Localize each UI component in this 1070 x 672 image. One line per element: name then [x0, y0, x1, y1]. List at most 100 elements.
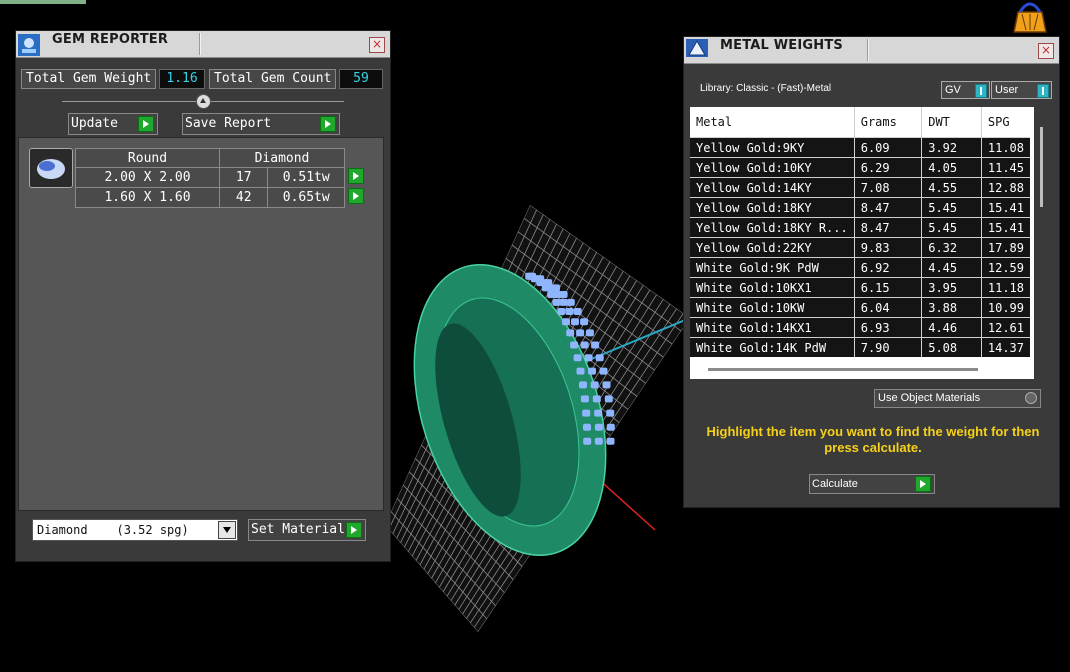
gem-setting: [606, 423, 615, 431]
metal-name-cell: Yellow Gold:18KY: [690, 197, 855, 218]
table-header-row: Round Diamond: [75, 148, 368, 168]
gem-setting: [566, 298, 575, 306]
horizontal-scrollbar[interactable]: [708, 368, 978, 371]
table-row[interactable]: White Gold:9K PdW 6.92 4.45 12.59: [690, 257, 1030, 278]
gem-reporter-icon: [18, 34, 40, 56]
gem-setting: [557, 308, 566, 315]
column-header-spg[interactable]: SPG: [980, 107, 1030, 138]
calculate-button-label: Calculate: [812, 478, 858, 490]
gem-setting: [559, 291, 568, 298]
column-header-dwt[interactable]: DWT: [921, 107, 982, 138]
use-object-materials-toggle[interactable]: Use Object Materials: [874, 389, 1041, 408]
gem-setting: [591, 341, 600, 349]
gem-setting: [585, 329, 594, 337]
gem-count: 17: [218, 167, 269, 188]
toggle-icon: [975, 84, 987, 98]
grams-cell: 7.90: [853, 337, 922, 357]
table-row[interactable]: White Gold:10KW 6.04 3.88 10.99: [690, 297, 1030, 318]
metal-table-container[interactable]: Metal Grams DWT SPG Yellow Gold:9KY 6.09 3…: [690, 107, 1034, 379]
set-material-button[interactable]: Set Material: [248, 519, 366, 541]
table-row[interactable]: White Gold:10KX1 6.15 3.95 11.18: [690, 277, 1030, 298]
row-go-button[interactable]: [345, 187, 368, 208]
dwt-cell: 4.45: [921, 257, 982, 278]
save-report-button[interactable]: Save Report: [182, 113, 340, 135]
header-spacer: [345, 149, 368, 168]
gem-count: 42: [218, 187, 269, 208]
gem-setting: [571, 318, 579, 326]
gem-weight: 0.51tw: [267, 167, 345, 188]
table-row[interactable]: Yellow Gold:22KY 9.83 6.32 17.89: [690, 237, 1030, 258]
gv-toggle[interactable]: GV: [941, 81, 990, 99]
gem-list-pane: Round Diamond 2.00 X 2.00 17 0.51tw 1.60…: [18, 137, 384, 511]
table-row[interactable]: Yellow Gold:9KY 6.09 3.92 11.08: [690, 137, 1030, 158]
gem-setting: [590, 381, 599, 389]
table-row[interactable]: Yellow Gold:10KY 6.29 4.05 11.45: [690, 157, 1030, 178]
grams-cell: 8.47: [853, 217, 922, 238]
metal-weights-title: METAL WEIGHTS: [720, 38, 843, 53]
total-gem-weight-label: Total Gem Weight: [21, 69, 157, 89]
total-gem-count-label: Total Gem Count: [209, 69, 337, 89]
gem-setting: [566, 329, 575, 337]
gem-reporter-titlebar[interactable]: GEM REPORTER ×: [16, 31, 390, 58]
vertical-scrollbar[interactable]: [1040, 127, 1043, 207]
metal-name-cell: White Gold:9K PdW: [690, 257, 855, 278]
gem-slider-handle[interactable]: [196, 94, 211, 109]
table-row[interactable]: Yellow Gold:14KY 7.08 4.55 12.88: [690, 177, 1030, 198]
gem-setting: [552, 284, 560, 292]
user-toggle[interactable]: User: [991, 81, 1052, 99]
gem-size: 2.00 X 2.00: [75, 167, 220, 188]
toggle-icon: [1037, 84, 1049, 98]
grams-cell: 6.93: [853, 317, 922, 338]
material-select[interactable]: Diamond (3.52 spg): [32, 519, 238, 541]
table-row[interactable]: 1.60 X 1.60 42 0.65tw: [75, 187, 368, 208]
radio-icon: [1025, 392, 1037, 404]
dwt-cell: 4.55: [921, 177, 982, 198]
dwt-cell: 4.05: [921, 157, 982, 178]
spg-cell: 14.37: [980, 337, 1030, 357]
column-header-grams[interactable]: Grams: [853, 107, 922, 138]
gem-setting: [580, 395, 589, 403]
close-icon[interactable]: ×: [369, 37, 385, 53]
user-toggle-label: User: [995, 84, 1019, 96]
gem-setting: [573, 354, 582, 362]
dwt-cell: 3.92: [921, 137, 982, 158]
metal-name-cell: White Gold:14K PdW: [690, 337, 855, 357]
table-row[interactable]: White Gold:14KX1 6.93 4.46 12.61: [690, 317, 1030, 338]
gem-setting: [570, 341, 579, 349]
column-header-metal[interactable]: Metal: [690, 107, 855, 138]
dwt-cell: 3.95: [921, 277, 982, 298]
update-button-label: Update: [71, 116, 118, 131]
gem-setting: [604, 395, 613, 403]
library-label: Library: Classic - (Fast)-Metal: [700, 83, 832, 94]
table-header-row: Metal Grams DWT SPG: [690, 107, 1030, 138]
gem-setting: [579, 381, 587, 389]
metal-weights-titlebar[interactable]: METAL WEIGHTS ×: [684, 37, 1059, 64]
gem-setting: [573, 308, 582, 315]
gem-setting: [582, 409, 591, 417]
spg-cell: 11.45: [980, 157, 1030, 178]
row-go-button[interactable]: [345, 167, 368, 188]
metal-weights-icon: [686, 39, 708, 57]
table-row[interactable]: Yellow Gold:18KY R... 8.47 5.45 15.41: [690, 217, 1030, 238]
grams-cell: 6.15: [853, 277, 922, 298]
dwt-cell: 5.45: [921, 197, 982, 218]
gem-reporter-window[interactable]: GEM REPORTER × Total Gem Weight 1.16 Tot…: [15, 30, 391, 562]
grams-cell: 7.08: [853, 177, 922, 198]
calculate-button[interactable]: Calculate: [809, 474, 935, 494]
grams-cell: 6.92: [853, 257, 922, 278]
instruction-text: Highlight the item you want to find the …: [706, 424, 1040, 455]
close-icon[interactable]: ×: [1038, 43, 1054, 59]
chevron-down-icon[interactable]: [218, 521, 236, 539]
round-gem-thumbnail[interactable]: [29, 148, 73, 188]
table-row[interactable]: Yellow Gold:18KY 8.47 5.45 15.41: [690, 197, 1030, 218]
table-row[interactable]: White Gold:14K PdW 7.90 5.08 14.37: [690, 337, 1030, 357]
spg-cell: 10.99: [980, 297, 1030, 318]
update-button[interactable]: Update: [68, 113, 158, 135]
gem-basket-icon[interactable]: [1008, 0, 1052, 36]
gem-setting: [583, 423, 591, 431]
gem-setting: [562, 318, 570, 326]
gem-table: Round Diamond 2.00 X 2.00 17 0.51tw 1.60…: [75, 148, 368, 208]
titlebar-divider: [199, 33, 201, 55]
metal-weights-window[interactable]: METAL WEIGHTS × Library: Classic - (Fast…: [683, 36, 1060, 508]
table-row[interactable]: 2.00 X 2.00 17 0.51tw: [75, 167, 368, 188]
